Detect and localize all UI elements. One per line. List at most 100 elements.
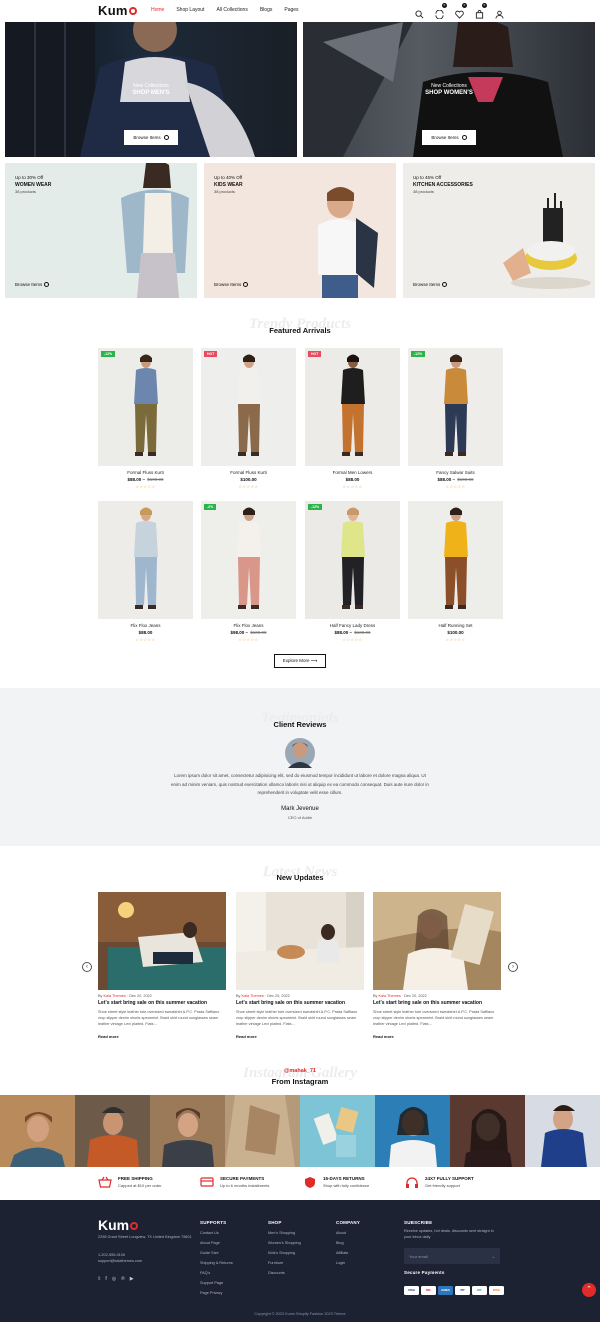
product-name[interactable]: Flix Flox Jeans	[98, 623, 193, 628]
footer-link[interactable]: Discounts	[268, 1268, 301, 1278]
footer-link[interactable]: Page Privacy	[200, 1288, 233, 1298]
promo-kitchen-link-label: Browse Items	[413, 282, 441, 287]
product-current-price: $100.00	[447, 630, 464, 635]
promo-women-wear[interactable]: Up to 30% Off WOMEN WEAR 38 products Bro…	[5, 163, 197, 298]
youtube-icon[interactable]: ▶	[130, 1276, 134, 1282]
instagram-photo-1[interactable]	[0, 1095, 75, 1167]
promo-kids-title: KIDS WEAR	[214, 182, 243, 188]
instagram-photo-7[interactable]	[450, 1095, 525, 1167]
instagram-photo-8[interactable]	[525, 1095, 600, 1167]
feature-2-title: SECURE PAYMENTS	[220, 1176, 265, 1181]
promo-kitchen-link[interactable]: Browse Items	[413, 282, 448, 287]
promo-kids-wear[interactable]: Up to 40% Off KIDS WEAR 38 products Brow…	[204, 163, 396, 298]
instagram-icon[interactable]: ◎	[112, 1276, 116, 1282]
nav-shop-layout[interactable]: Shop Layout	[176, 7, 204, 13]
hero-women-browse-button[interactable]: Browse Items	[422, 130, 476, 145]
blog-post-1-title[interactable]: Let's start bring sale on this summer va…	[98, 1000, 207, 1006]
email-placeholder: Your email	[409, 1253, 428, 1259]
twitter-icon[interactable]: 𝕥	[98, 1276, 100, 1282]
feature-1-sub: Capped at $10 per order	[118, 1183, 162, 1188]
product-image[interactable]: -12%	[408, 348, 503, 466]
pinterest-icon[interactable]: ℗	[121, 1276, 125, 1282]
shield-icon	[305, 1177, 315, 1188]
blog-post-1-meta: By Kala Themes · Dec 20, 2022	[98, 994, 152, 998]
product-name[interactable]: Half Fancy Lady Dress	[305, 623, 400, 628]
footer-link[interactable]: About	[336, 1228, 348, 1238]
product-image[interactable]: -12%	[98, 348, 193, 466]
hero-men-browse-button[interactable]: Browse Items	[124, 130, 178, 145]
footer-link[interactable]: FAQ's	[200, 1268, 233, 1278]
wishlist-icon[interactable]: 0	[455, 3, 467, 19]
feature-1-title: FREE SHIPPING	[118, 1176, 153, 1181]
hero-banner-women[interactable]: New Collections SHOP WOMEN'S Browse Item…	[303, 22, 595, 157]
reviewer-name: Mark Jevenue	[281, 806, 319, 812]
page: Kum Home Shop Layout All Collections Blo…	[0, 0, 600, 1322]
promo-kitchen-accessories[interactable]: Up to 45% Off KITCHEN ACCESSORIES 38 pro…	[403, 163, 595, 298]
blog-title: New Updates	[276, 873, 324, 882]
footer-link[interactable]: Affiliate	[336, 1248, 348, 1258]
nav-pages[interactable]: Pages	[284, 7, 298, 13]
product-name[interactable]: Fancy Salwar Suits	[408, 470, 503, 475]
footer-email[interactable]: support@kalathemes.com	[98, 1258, 142, 1264]
product-badge: -12%	[308, 504, 323, 510]
instagram-photo-5[interactable]	[300, 1095, 375, 1167]
account-icon[interactable]	[495, 6, 504, 19]
back-to-top-icon[interactable]: ⌃	[582, 1283, 596, 1297]
logo[interactable]: Kum	[98, 3, 137, 18]
footer-link[interactable]: About Page	[200, 1238, 233, 1248]
instagram-photo-3[interactable]	[150, 1095, 225, 1167]
product-image[interactable]: HOT	[201, 348, 296, 466]
product-name[interactable]: Half Running Set	[408, 623, 503, 628]
footer-link[interactable]: Contact Us	[200, 1228, 233, 1238]
product-image[interactable]: -12%	[305, 501, 400, 619]
footer-link[interactable]: Support Page	[200, 1278, 233, 1288]
blog-post-2-title[interactable]: Let's start bring sale on this summer va…	[236, 1000, 345, 1006]
hero-banner-men[interactable]: New Collections SHOP MEN'S Browse Items	[5, 22, 297, 157]
footer-link[interactable]: Login	[336, 1258, 348, 1268]
blog-post-2-read-more[interactable]: Read more	[236, 1034, 257, 1039]
promo-kids-link[interactable]: Browse Items	[214, 282, 249, 287]
product-name[interactable]: Formal Fluss Kurti	[201, 470, 296, 475]
newsletter-email-input[interactable]: Your email →	[404, 1248, 500, 1264]
compare-icon[interactable]: 0	[435, 3, 447, 20]
instagram-photo-6[interactable]	[375, 1095, 450, 1167]
product-image[interactable]	[408, 501, 503, 619]
explore-more-button[interactable]: Explore More ⟶	[274, 654, 326, 668]
cart-icon[interactable]: 0	[475, 3, 487, 19]
instagram-photo-2[interactable]	[75, 1095, 150, 1167]
product-name[interactable]: Flix Flox Jeans	[201, 623, 296, 628]
nav-home[interactable]: Home	[151, 7, 164, 13]
blog-prev-arrow-icon[interactable]: ‹	[82, 962, 92, 972]
nav-all-collections[interactable]: All Collections	[216, 7, 247, 13]
footer-link[interactable]: Guide Size	[200, 1248, 233, 1258]
promo-kids-offer: Up to 40% Off	[214, 175, 243, 180]
blog-post-3-title[interactable]: Let's start bring sale on this summer va…	[373, 1000, 482, 1006]
product-name[interactable]: Formal Men Lowers	[305, 470, 400, 475]
facebook-icon[interactable]: f	[105, 1276, 106, 1282]
instagram-photo-4[interactable]	[225, 1095, 300, 1167]
footer-link[interactable]: Furniture	[268, 1258, 301, 1268]
product-price: $88.00 – $100.00	[127, 477, 164, 482]
footer-link[interactable]: Kids's Shopping	[268, 1248, 301, 1258]
nav-blogs[interactable]: Blogs	[260, 7, 273, 13]
search-icon[interactable]	[415, 6, 424, 19]
instagram-handle[interactable]: @mahak_71	[0, 1068, 600, 1074]
blog-post-1-read-more[interactable]: Read more	[98, 1034, 119, 1039]
product-badge: -2%	[204, 504, 217, 510]
product-image[interactable]: HOT	[305, 348, 400, 466]
footer-link[interactable]: Women's Shopping	[268, 1238, 301, 1248]
blog-post-3-read-more[interactable]: Read more	[373, 1034, 394, 1039]
product-image[interactable]: -2%	[201, 501, 296, 619]
send-arrow-icon[interactable]: →	[491, 1254, 495, 1259]
footer-link[interactable]: Shipping & Returns	[200, 1258, 233, 1268]
product-rating-stars: ☆☆☆☆☆	[135, 637, 156, 642]
product-image[interactable]	[98, 501, 193, 619]
promo-women-link[interactable]: Browse Items	[15, 282, 50, 287]
blog-next-arrow-icon[interactable]: ›	[508, 962, 518, 972]
product-rating-stars: ☆☆☆☆☆	[445, 637, 466, 642]
logo-o-icon	[130, 1222, 139, 1230]
footer-link[interactable]: Blog	[336, 1238, 348, 1248]
footer-link[interactable]: Men's Shopping	[268, 1228, 301, 1238]
footer-logo[interactable]: Kum	[98, 1217, 139, 1233]
product-name[interactable]: Formal Fluss Kurti	[98, 470, 193, 475]
